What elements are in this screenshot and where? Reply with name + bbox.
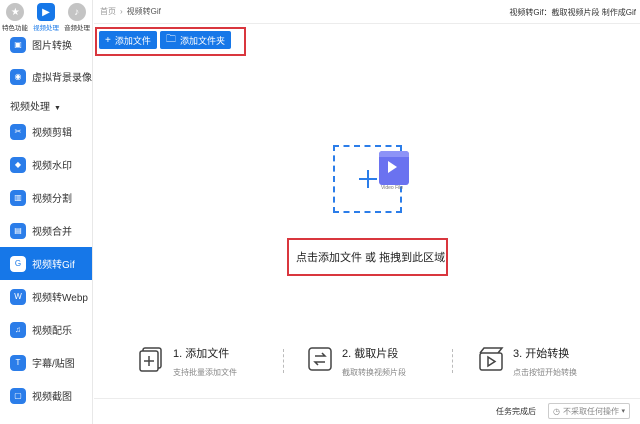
add-folder-label: 添加文件夹	[180, 35, 226, 46]
screenshot-icon: ▢	[10, 387, 26, 404]
step-desc: 支持批量添加文件	[173, 368, 237, 377]
step-title: 1. 添加文件	[173, 348, 230, 360]
video-file-icon	[379, 151, 409, 185]
drop-zone[interactable]: Video File	[333, 145, 409, 213]
step-divider	[452, 349, 453, 373]
star-icon: ★	[6, 3, 25, 21]
sidebar-item-label: 视频截图	[32, 392, 72, 403]
plus-icon-vertical	[367, 170, 369, 188]
sidebar-item-virtual-bg[interactable]: ◉ 虚拟背景录像	[0, 60, 92, 93]
sidebar-item-label: 字幕/贴图	[32, 359, 75, 370]
sidebar-item-image-convert[interactable]: ▣ 图片转换	[0, 28, 92, 61]
sidebar-item-label: 视频转Gif	[32, 260, 75, 271]
after-task-label: 任务完成后	[496, 407, 536, 416]
add-file-label: 添加文件	[114, 35, 151, 46]
video-icon: ▶	[37, 3, 55, 21]
sidebar-item-label: 视频配乐	[32, 326, 72, 337]
step-title: 2. 截取片段	[342, 348, 399, 360]
video-file-label: Video File	[381, 185, 404, 191]
plus-icon: +	[105, 34, 111, 46]
after-task-value: 不采取任何操作	[562, 406, 619, 416]
video-file-strip	[379, 151, 409, 157]
play-icon	[388, 161, 397, 173]
step-desc: 截取转换视频片段	[342, 368, 406, 377]
page-description: 视频转Gif：截取视频片段 制作成Gif	[509, 8, 636, 17]
image-convert-icon: ▣	[10, 36, 26, 53]
add-folder-button[interactable]: 🗀 添加文件夹	[160, 31, 232, 49]
gif-icon: G	[10, 255, 26, 272]
chevron-right-icon: ›	[120, 7, 123, 16]
breadcrumb-current: 视频转Gif	[126, 7, 161, 16]
webp-icon: W	[10, 288, 26, 305]
subtitle-icon: T	[10, 354, 26, 371]
start-convert-step-icon	[477, 345, 505, 373]
step-cut-clip: 2. 截取片段 截取转换视频片段	[306, 345, 406, 378]
breadcrumb-home[interactable]: 首页	[100, 7, 116, 16]
section-title: 视频处理	[10, 102, 50, 113]
step-add-file: 1. 添加文件 支持批量添加文件	[137, 345, 237, 378]
sidebar-item-label: 虚拟背景录像	[32, 73, 92, 84]
step-desc: 点击按钮开始转换	[513, 368, 577, 377]
sidebar-item-video-to-webp[interactable]: W 视频转Webp	[0, 280, 92, 313]
sidebar-item-merge[interactable]: ▤ 视频合并	[0, 214, 92, 247]
after-task-select[interactable]: ◷ 不采取任何操作 ▾	[548, 403, 630, 419]
add-file-step-icon	[137, 345, 165, 373]
clock-icon: ◷	[553, 406, 560, 416]
audio-icon: ♪	[67, 3, 86, 21]
sidebar-item-label: 图片转换	[32, 41, 72, 52]
breadcrumb: 首页 › 视频转Gif	[100, 6, 161, 17]
video-edit-icon: ✂	[10, 123, 26, 140]
merge-icon: ▤	[10, 222, 26, 239]
virtual-bg-icon: ◉	[10, 68, 26, 85]
cut-clip-step-icon	[306, 345, 334, 373]
sidebar-item-label: 视频转Webp	[32, 293, 88, 304]
sidebar-item-label: 视频合并	[32, 227, 72, 238]
chevron-down-icon: ▾	[621, 408, 625, 415]
sidebar-item-music[interactable]: ♫ 视频配乐	[0, 313, 92, 346]
bottom-bar: 任务完成后 ◷ 不采取任何操作 ▾	[94, 398, 640, 424]
folder-icon: 🗀	[166, 33, 176, 45]
step-divider	[283, 349, 284, 373]
app-window: ★ 特色功能 ▶ 视频处理 ♪ 音频处理 ▣ 图片转换 ◉ 虚拟背景录像 视频处…	[0, 0, 640, 424]
split-icon: ▥	[10, 189, 26, 206]
caret-down-icon: ▼	[54, 105, 61, 112]
add-file-button[interactable]: + 添加文件	[99, 31, 157, 49]
drop-hint-text[interactable]: 点击添加文件 或 拖拽到此区域	[296, 249, 445, 265]
sidebar-item-label: 视频剪辑	[32, 128, 72, 139]
step-title: 3. 开始转换	[513, 348, 570, 360]
watermark-icon: ◆	[10, 156, 26, 173]
sidebar-item-label: 视频分割	[32, 194, 72, 205]
sidebar-item-screenshot[interactable]: ▢ 视频截图	[0, 379, 92, 412]
section-header-video[interactable]: 视频处理 ▼	[10, 98, 61, 113]
sidebar-item-video-to-gif[interactable]: G 视频转Gif	[0, 247, 92, 280]
step-start-convert: 3. 开始转换 点击按钮开始转换	[477, 345, 577, 378]
sidebar-item-label: 视频水印	[32, 161, 72, 172]
sidebar-item-watermark[interactable]: ◆ 视频水印	[0, 148, 92, 181]
header-bar: 首页 › 视频转Gif 视频转Gif：截取视频片段 制作成Gif	[94, 0, 640, 24]
music-icon: ♫	[10, 321, 26, 338]
sidebar-item-subtitle[interactable]: T 字幕/贴图	[0, 346, 92, 379]
sidebar-item-split[interactable]: ▥ 视频分割	[0, 181, 92, 214]
sidebar: ★ 特色功能 ▶ 视频处理 ♪ 音频处理 ▣ 图片转换 ◉ 虚拟背景录像 视频处…	[0, 0, 93, 424]
sidebar-item-video-edit[interactable]: ✂ 视频剪辑	[0, 115, 92, 148]
